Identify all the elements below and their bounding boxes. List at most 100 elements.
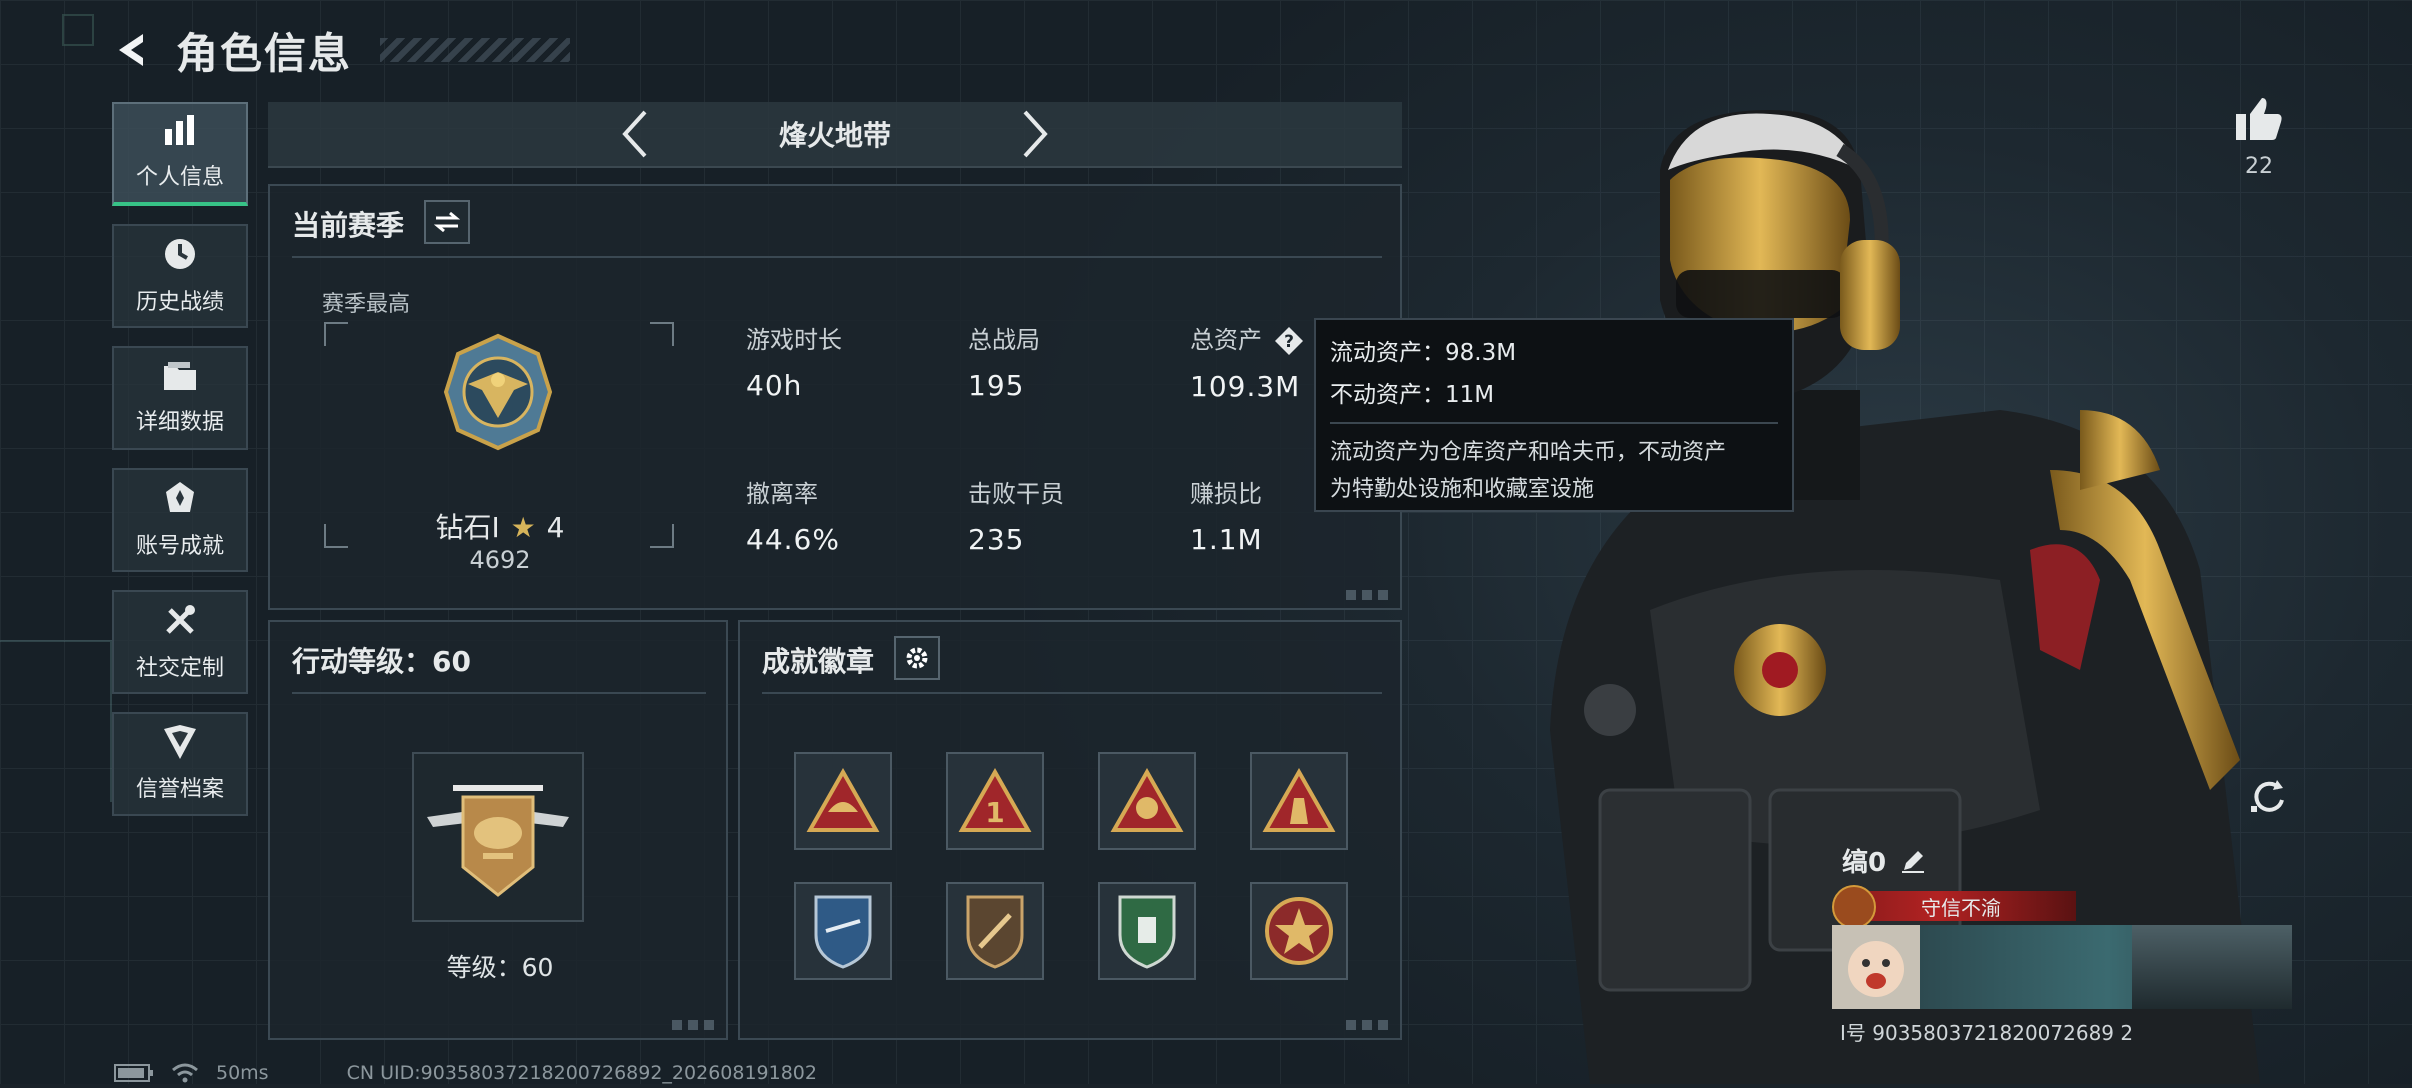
stat-extract-rate: 撤离率 44.6% <box>746 474 840 556</box>
nickname: 缟0 <box>1842 848 1887 878</box>
badge-slot[interactable] <box>794 752 892 850</box>
stat-profit-ratio: 赚损比 1.1M <box>1190 474 1263 556</box>
badge-slot[interactable] <box>1098 882 1196 980</box>
footer-uid: CN UID:90358037218200726892_202608191802 <box>346 1062 817 1084</box>
stat-value: 109.3M <box>1190 370 1301 403</box>
sidebar-item-label: 历史战绩 <box>135 290 224 315</box>
corner-decoration <box>62 14 94 46</box>
level-title: 行动等级：60 <box>292 645 471 678</box>
sidebar: 个人信息 历史战绩 详细数据 账号成就 社交定制 信誉档案 <box>112 102 252 834</box>
assets-tooltip: 流动资产：98.3M 不动资产：11M 流动资产为仓库资产和哈夫币，不动资产 为… <box>1314 318 1794 512</box>
mode-next-button[interactable] <box>1015 108 1055 160</box>
bar-chart-icon <box>163 115 197 147</box>
rank-name: 钻石I <box>435 511 500 544</box>
stat-value: 40h <box>746 369 803 402</box>
tools-icon <box>162 602 198 638</box>
sidebar-item-credit[interactable]: 信誉档案 <box>112 712 248 816</box>
history-clock-icon <box>162 236 198 272</box>
badge-slot[interactable]: 1 <box>946 752 1044 850</box>
like-count: 22 <box>2245 154 2273 179</box>
chevron-right-icon <box>1023 110 1048 158</box>
badge-bronze-shield-icon <box>966 895 1024 969</box>
stat-label: 击败干员 <box>968 480 1064 508</box>
level-panel: 行动等级：60 等级：60 <box>268 620 728 1040</box>
badge-green-shield-icon <box>1118 895 1176 969</box>
stat-label: 总战局 <box>968 326 1040 354</box>
panel-corner-decoration <box>1346 1020 1392 1030</box>
rotate-view-button[interactable] <box>2246 770 2292 822</box>
badge-slot[interactable] <box>794 882 892 980</box>
left-decoration <box>0 640 112 802</box>
achievement-icon <box>162 480 198 516</box>
ping-value: 50ms <box>216 1062 269 1084</box>
stat-play-time: 游戏时长 40h <box>746 320 842 402</box>
status-bar: 50ms CN UID:90358037218200726892_2026081… <box>114 1062 817 1084</box>
profile-banner <box>1832 925 2292 1009</box>
badge-slot[interactable] <box>1098 752 1196 850</box>
back-button[interactable] <box>110 27 156 73</box>
sidebar-item-label: 账号成就 <box>135 534 224 559</box>
badge-slot[interactable] <box>1250 752 1348 850</box>
sidebar-item-detailed-data[interactable]: 详细数据 <box>112 346 248 450</box>
diamond-rank-emblem-icon <box>443 333 553 451</box>
badge-slot[interactable] <box>946 882 1044 980</box>
sidebar-item-social[interactable]: 社交定制 <box>112 590 248 694</box>
rank-name-row: 钻石I ★ 4 <box>420 506 580 546</box>
credit-shield-icon <box>162 725 198 759</box>
pencil-icon <box>1902 850 1925 873</box>
page-title: 角色信息 <box>176 28 353 78</box>
sidebar-item-personal-info[interactable]: 个人信息 <box>112 102 248 206</box>
svg-text:1: 1 <box>985 796 1004 829</box>
tooltip-divider <box>1330 422 1778 424</box>
level-divider <box>292 692 706 694</box>
battery-icon <box>114 1064 153 1082</box>
credit-level-badge: 守信不渝 <box>1832 885 2076 929</box>
mode-prev-button[interactable] <box>615 108 655 160</box>
sidebar-item-history[interactable]: 历史战绩 <box>112 224 248 328</box>
credit-label: 守信不渝 <box>1921 895 2001 920</box>
tooltip-liquid-assets: 流动资产：98.3M <box>1330 340 1517 366</box>
stat-label-text: 总资产 <box>1190 326 1262 354</box>
stat-total-assets: 总资产 ? 109.3M <box>1190 320 1304 403</box>
stat-kills: 击败干员 235 <box>968 474 1064 556</box>
panel-corner-decoration <box>672 1020 718 1030</box>
header: 角色信息 <box>110 20 571 80</box>
like-widget[interactable]: 22 <box>2228 96 2290 179</box>
edit-name-button[interactable] <box>1900 848 1926 874</box>
badges-title: 成就徽章 <box>762 645 875 678</box>
title-decoration <box>380 38 571 62</box>
credit-emblem-icon <box>1832 885 1876 929</box>
stat-value: 235 <box>968 523 1025 556</box>
badge-slot[interactable] <box>1250 882 1348 980</box>
rank-stars: 4 <box>546 511 565 544</box>
banner-scene <box>2132 925 2292 1009</box>
level-emblem-frame <box>412 752 584 922</box>
avatar <box>1848 941 1904 997</box>
badge-gold-triangle-icon <box>806 768 880 832</box>
nickname-row: 缟0 <box>1842 842 2292 879</box>
season-divider <box>292 256 1382 258</box>
mode-title: 烽火地带 <box>778 119 891 152</box>
swap-icon <box>434 211 460 233</box>
badge-blue-shield-icon <box>814 895 872 969</box>
badge-skull-triangle-icon <box>1110 768 1184 832</box>
stat-value: 1.1M <box>1190 523 1263 556</box>
stat-label: 撤离率 <box>746 480 818 508</box>
sidebar-item-label: 社交定制 <box>135 656 224 681</box>
gear-icon <box>906 647 928 669</box>
rotate-icon <box>2251 780 2284 812</box>
helicopter-emblem-icon <box>427 785 569 897</box>
stat-label: 游戏时长 <box>746 326 842 354</box>
chevron-left-icon <box>622 110 647 158</box>
sidebar-item-achievements[interactable]: 账号成就 <box>112 468 248 572</box>
mode-selector: 烽火地带 <box>268 102 1402 168</box>
tooltip-description-line2: 为特勤处设施和收藏室设施 <box>1330 477 1595 502</box>
season-switch-button[interactable] <box>424 200 470 244</box>
help-icon[interactable]: ? <box>1274 326 1304 356</box>
level-caption: 等级：60 <box>446 953 554 982</box>
stat-value: 44.6% <box>746 523 840 556</box>
badges-settings-button[interactable] <box>894 636 940 680</box>
tooltip-fixed-assets: 不动资产：11M <box>1330 382 1495 408</box>
sidebar-item-label: 信誉档案 <box>135 777 224 802</box>
badges-divider <box>762 692 1382 694</box>
